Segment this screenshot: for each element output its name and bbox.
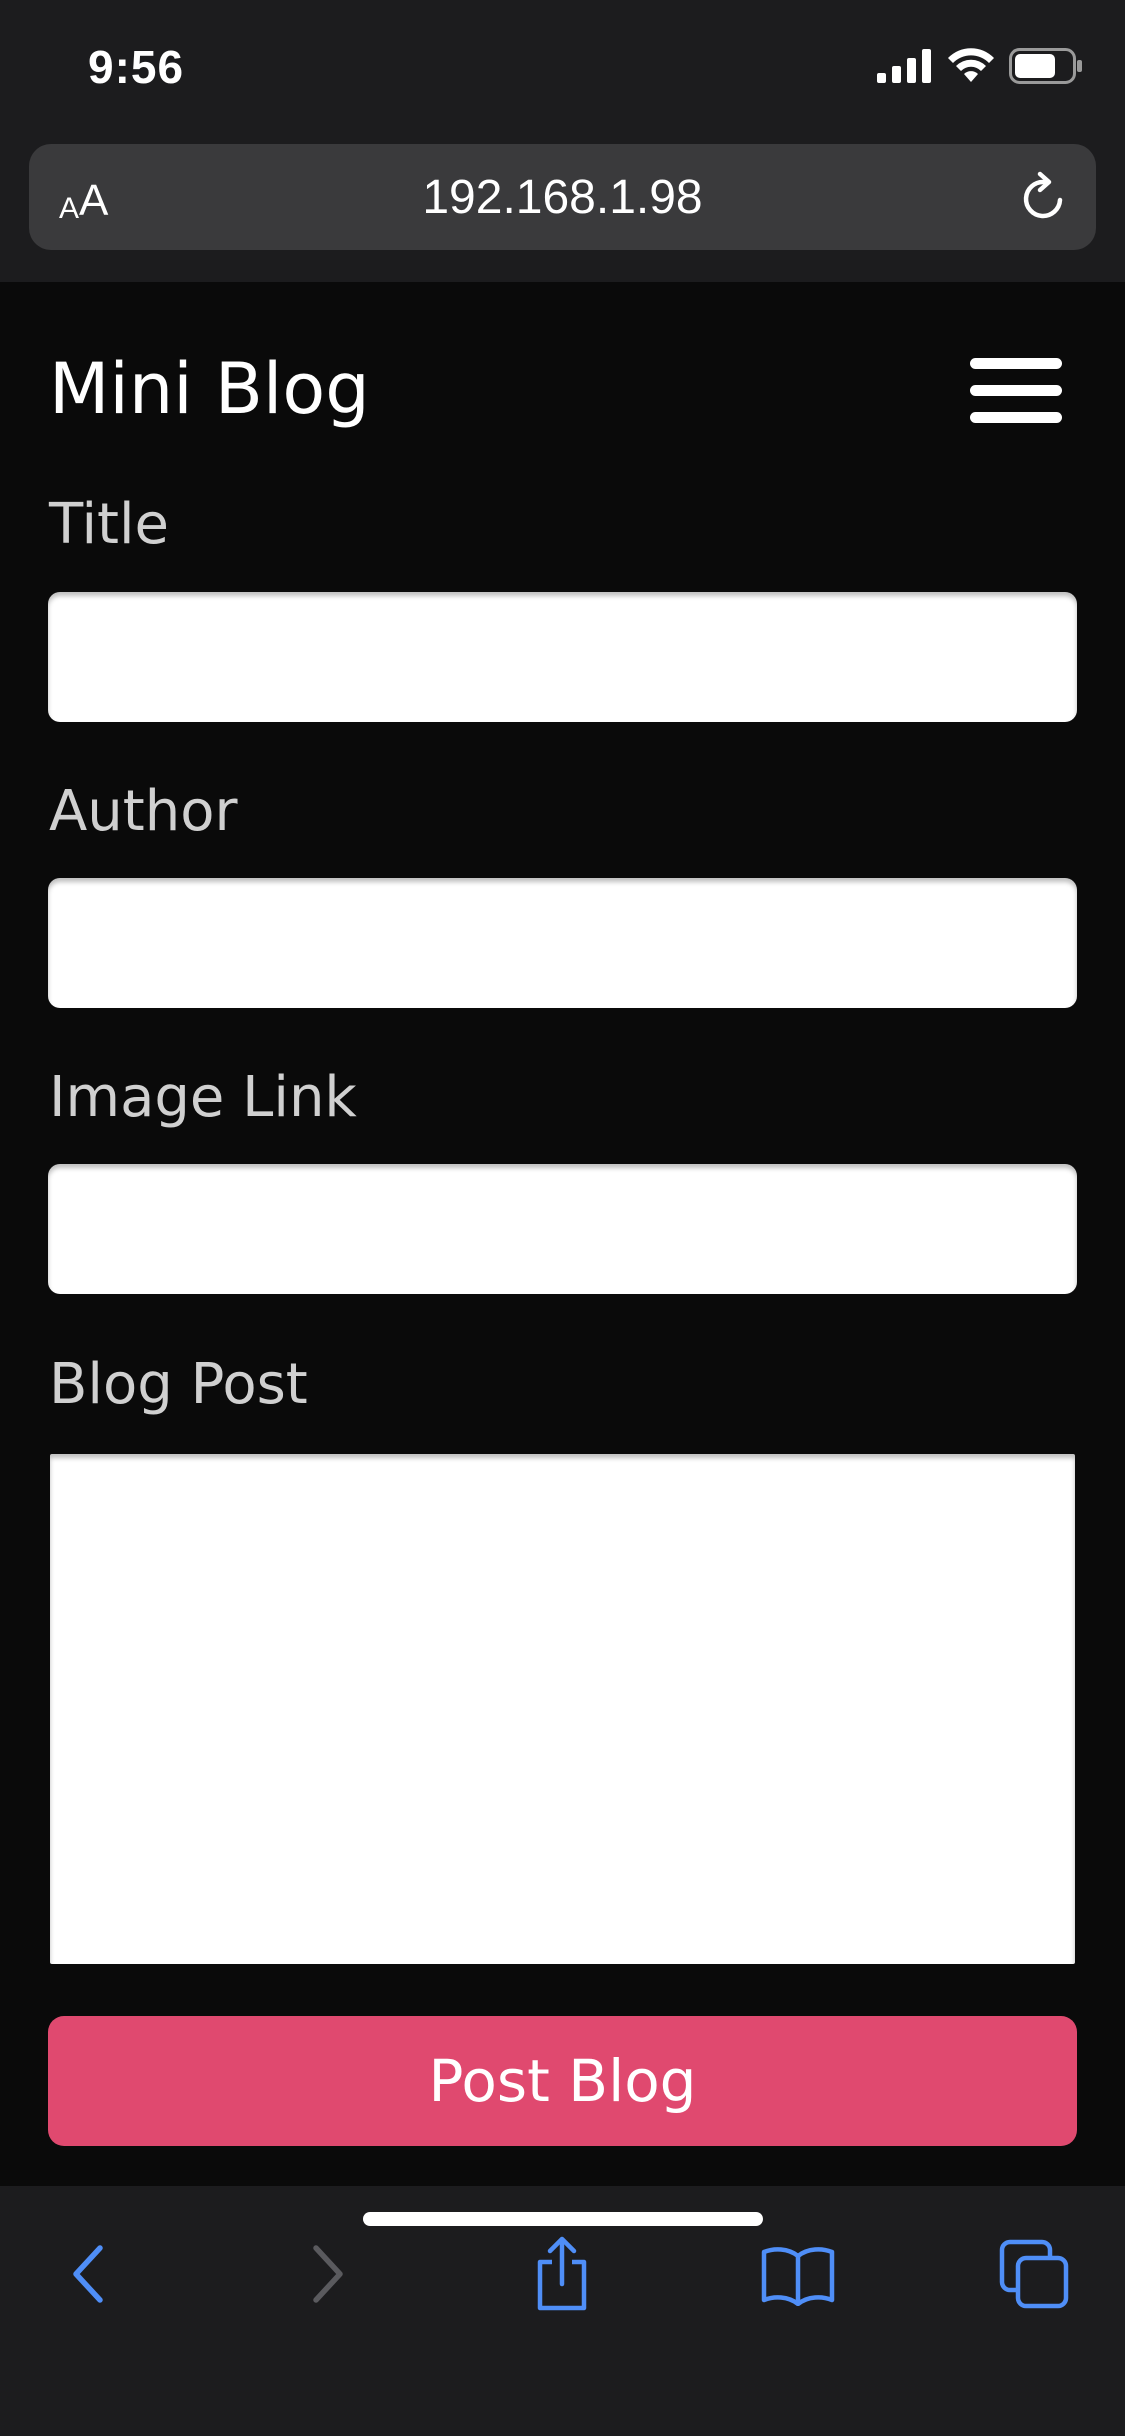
screen: 9:56 AA 192.168.1.98 Mini Blog Title Aut… <box>0 0 1125 2436</box>
menu-bar-bottom <box>970 412 1062 423</box>
image-link-input[interactable] <box>48 1164 1077 1294</box>
battery-icon <box>1009 48 1082 84</box>
forward-button[interactable] <box>288 2234 368 2314</box>
title-input[interactable] <box>48 592 1077 722</box>
author-label: Author <box>49 779 238 844</box>
tabs-icon <box>999 2239 1069 2309</box>
cellular-signal-icon <box>877 49 931 83</box>
reload-icon[interactable] <box>1016 170 1072 226</box>
site-title: Mini Blog <box>49 348 370 430</box>
browser-top-bar: AA 192.168.1.98 <box>0 140 1125 282</box>
share-button[interactable] <box>522 2234 602 2314</box>
blog-post-textarea[interactable] <box>50 1454 1075 1964</box>
page-content: Mini Blog Title Author Image Link Blog P… <box>0 282 1125 2186</box>
menu-bar-middle <box>970 385 1062 396</box>
title-label: Title <box>49 492 170 557</box>
url-text[interactable]: 192.168.1.98 <box>29 170 1096 225</box>
image-link-label: Image Link <box>49 1065 357 1130</box>
share-icon <box>537 2236 587 2311</box>
menu-bar-top <box>970 358 1062 369</box>
tabs-button[interactable] <box>994 2234 1074 2314</box>
home-indicator[interactable] <box>363 2212 763 2226</box>
wifi-icon <box>948 48 994 82</box>
forward-icon <box>313 2245 343 2303</box>
status-bar: 9:56 <box>0 0 1125 140</box>
author-input[interactable] <box>48 878 1077 1008</box>
back-icon <box>73 2245 103 2303</box>
status-time: 9:56 <box>88 41 185 93</box>
bookmarks-button[interactable] <box>758 2234 838 2314</box>
hamburger-menu-icon[interactable] <box>970 358 1062 424</box>
blog-post-label: Blog Post <box>49 1352 308 1417</box>
address-bar[interactable]: AA 192.168.1.98 <box>29 144 1096 250</box>
back-button[interactable] <box>48 2234 128 2314</box>
post-blog-button[interactable]: Post Blog <box>48 2016 1077 2146</box>
bookmarks-icon <box>761 2247 835 2306</box>
status-icons <box>877 48 1083 84</box>
